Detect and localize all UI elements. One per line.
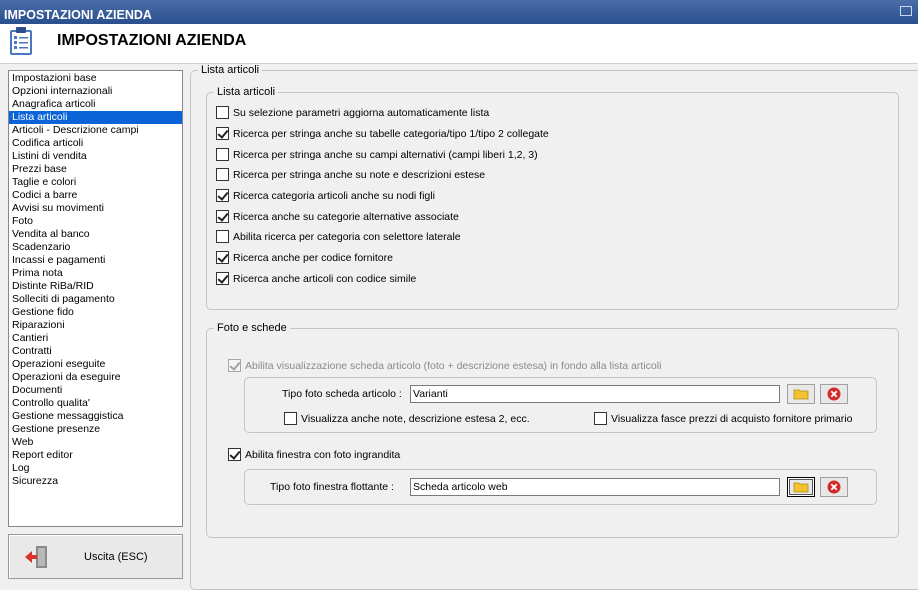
show-price-bands-box[interactable] (594, 412, 607, 425)
show-notes-label: Visualizza anche note, descrizione estes… (301, 412, 530, 425)
sidebar-item[interactable]: Sicurezza (9, 475, 182, 488)
list-option-checkbox[interactable]: Ricerca anche articoli con codice simile (216, 272, 416, 285)
sidebar-item[interactable]: Gestione presenze (9, 423, 182, 436)
list-option-box[interactable] (216, 106, 229, 119)
list-option-label: Ricerca per stringa anche su campi alter… (233, 148, 538, 161)
photo-group-legend: Foto e schede (214, 322, 290, 335)
list-option-box[interactable] (216, 230, 229, 243)
list-option-box[interactable] (216, 148, 229, 161)
sidebar-item[interactable]: Contratti (9, 345, 182, 358)
list-option-label: Ricerca per stringa anche su note e desc… (233, 168, 486, 181)
sheet-photo-type-field[interactable]: Varianti (410, 385, 780, 403)
list-option-checkbox[interactable]: Abilita ricerca per categoria con selett… (216, 230, 461, 243)
list-option-checkbox[interactable]: Su selezione parametri aggiorna automati… (216, 106, 489, 119)
sidebar-item[interactable]: Impostazioni base (9, 72, 182, 85)
enable-sheet-checkbox[interactable]: Abilita visualizzazione scheda articolo … (228, 359, 661, 372)
list-option-box[interactable] (216, 127, 229, 140)
enable-window-label: Abilita finestra con foto ingrandita (245, 448, 401, 461)
list-option-box[interactable] (216, 189, 229, 202)
show-notes-box[interactable] (284, 412, 297, 425)
window-photo-type-label: Tipo foto finestra flottante : (270, 481, 394, 493)
list-option-checkbox[interactable]: Ricerca categoria articoli anche su nodi… (216, 189, 435, 202)
list-option-label: Abilita ricerca per categoria con selett… (233, 230, 461, 243)
sheet-browse-button[interactable] (787, 384, 815, 404)
list-option-box[interactable] (216, 272, 229, 285)
sidebar-item[interactable]: Operazioni eseguite (9, 358, 182, 371)
list-option-label: Ricerca anche articoli con codice simile (233, 272, 417, 285)
sidebar-item[interactable]: Distinte RiBa/RID (9, 280, 182, 293)
exit-door-icon (25, 546, 47, 568)
window-titlebar: IMPOSTAZIONI AZIENDA (0, 0, 918, 24)
sheet-photo-type-label: Tipo foto scheda articolo : (282, 388, 402, 400)
list-option-checkbox[interactable]: Ricerca anche per codice fornitore (216, 251, 393, 264)
sidebar-item[interactable]: Operazioni da eseguire (9, 371, 182, 384)
sidebar-item[interactable]: Codici a barre (9, 189, 182, 202)
list-option-box[interactable] (216, 210, 229, 223)
show-notes-checkbox[interactable]: Visualizza anche note, descrizione estes… (284, 412, 530, 425)
list-option-checkbox[interactable]: Ricerca per stringa anche su note e desc… (216, 168, 485, 181)
show-price-bands-label: Visualizza fasce prezzi di acquisto forn… (611, 412, 853, 425)
sidebar-item[interactable]: Riparazioni (9, 319, 182, 332)
list-option-label: Ricerca per stringa anche su tabelle cat… (233, 127, 549, 140)
sidebar-item[interactable]: Web (9, 436, 182, 449)
list-option-box[interactable] (216, 168, 229, 181)
folder-icon (793, 389, 809, 400)
sidebar-item[interactable]: Controllo qualita' (9, 397, 182, 410)
list-option-checkbox[interactable]: Ricerca per stringa anche su tabelle cat… (216, 127, 549, 140)
window-title: IMPOSTAZIONI AZIENDA (4, 8, 152, 22)
sidebar-item[interactable]: Log (9, 462, 182, 475)
list-group-legend: Lista articoli (214, 86, 279, 99)
window-photo-type-field[interactable]: Scheda articolo web (410, 478, 780, 496)
sidebar-item[interactable]: Prezzi base (9, 163, 182, 176)
page-header: IMPOSTAZIONI AZIENDA (0, 24, 918, 64)
settings-category-list[interactable]: Impostazioni base Opzioni internazionali A… (8, 70, 183, 527)
enable-sheet-box[interactable] (228, 359, 241, 372)
sidebar-item[interactable]: Opzioni internazionali (9, 85, 182, 98)
sidebar-item[interactable]: Scadenzario (9, 241, 182, 254)
list-option-label: Ricerca categoria articoli anche su nodi… (233, 189, 435, 202)
list-option-checkbox[interactable]: Ricerca per stringa anche su campi alter… (216, 148, 538, 161)
sidebar-item[interactable]: Report editor (9, 449, 182, 462)
sidebar-item[interactable]: Gestione messaggistica (9, 410, 182, 423)
enable-window-checkbox[interactable]: Abilita finestra con foto ingrandita (228, 448, 400, 461)
show-price-bands-checkbox[interactable]: Visualizza fasce prezzi di acquisto forn… (594, 412, 852, 425)
sheet-clear-button[interactable] (820, 384, 848, 404)
main-panel-legend: Lista articoli (198, 64, 263, 77)
sidebar-item[interactable]: Anagrafica articoli (9, 98, 182, 111)
sidebar-item[interactable]: Vendita al banco (9, 228, 182, 241)
folder-icon (793, 482, 809, 493)
list-option-checkbox[interactable]: Ricerca anche su categorie alternative a… (216, 210, 459, 223)
exit-button[interactable]: Uscita (ESC) (8, 534, 183, 579)
list-option-label: Ricerca anche su categorie alternative a… (233, 210, 459, 223)
enable-sheet-label: Abilita visualizzazione scheda articolo … (245, 359, 662, 372)
delete-icon (827, 480, 841, 494)
window-clear-button[interactable] (820, 477, 848, 497)
sidebar-item[interactable]: Avvisi su movimenti (9, 202, 182, 215)
checklist-icon (10, 27, 32, 55)
sidebar-item[interactable]: Articoli - Descrizione campi (9, 124, 182, 137)
sidebar-item[interactable]: Cantieri (9, 332, 182, 345)
maximize-icon[interactable] (900, 6, 912, 16)
delete-icon (827, 387, 841, 401)
sidebar-item[interactable]: Solleciti di pagamento (9, 293, 182, 306)
sidebar-item[interactable]: Incassi e pagamenti (9, 254, 182, 267)
enable-window-box[interactable] (228, 448, 241, 461)
sidebar-item[interactable]: Codifica articoli (9, 137, 182, 150)
list-option-label: Su selezione parametri aggiorna automati… (233, 106, 490, 119)
window-browse-button[interactable] (787, 477, 815, 497)
exit-button-label: Uscita (ESC) (84, 551, 148, 563)
sidebar-item[interactable]: Lista articoli (9, 111, 182, 124)
sidebar-item[interactable]: Taglie e colori (9, 176, 182, 189)
sidebar-item[interactable]: Documenti (9, 384, 182, 397)
page-title: IMPOSTAZIONI AZIENDA (57, 32, 247, 49)
list-option-box[interactable] (216, 251, 229, 264)
sidebar-item[interactable]: Foto (9, 215, 182, 228)
sidebar-item[interactable]: Prima nota (9, 267, 182, 280)
list-option-label: Ricerca anche per codice fornitore (233, 251, 393, 264)
sidebar-item[interactable]: Gestione fido (9, 306, 182, 319)
sidebar-item[interactable]: Listini di vendita (9, 150, 182, 163)
